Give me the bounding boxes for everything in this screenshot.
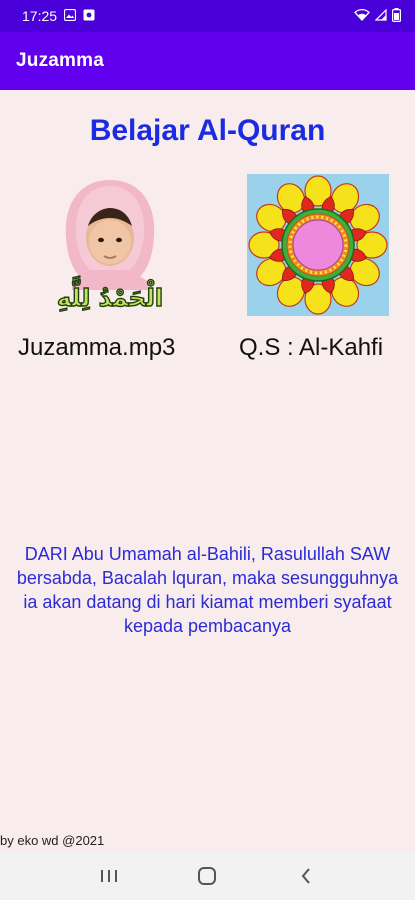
page-heading: Belajar Al-Quran xyxy=(89,114,326,147)
back-icon xyxy=(301,868,310,884)
recent-apps-button[interactable] xyxy=(89,860,129,892)
main-content: Belajar Al-Quran الْحَمْدُ لِلَّهِ Juzam… xyxy=(0,90,415,852)
gallery-notification-icon xyxy=(63,8,77,24)
home-button[interactable] xyxy=(187,860,227,892)
home-icon xyxy=(198,867,217,885)
hadith-quote: DARI Abu Umamah al-Bahili, Rasulullah SA… xyxy=(16,544,399,636)
juzamma-mp3-label[interactable]: Juzamma.mp3 xyxy=(18,334,175,362)
media-notification-icon xyxy=(83,8,95,24)
juzamma-audio-image-button[interactable]: الْحَمْدُ لِلَّهِ xyxy=(52,178,168,320)
al-kahfi-image-button[interactable] xyxy=(247,174,389,316)
wifi-icon xyxy=(354,8,370,24)
status-time: 17:25 xyxy=(22,8,58,24)
battery-icon xyxy=(392,7,402,25)
back-button[interactable] xyxy=(286,860,326,892)
recent-apps-icon xyxy=(101,870,118,882)
credit-text: by eko wd @2021 xyxy=(0,833,105,848)
status-bar: 17:25 xyxy=(0,0,415,32)
app-bar: Juzamma xyxy=(0,32,415,90)
al-kahfi-label[interactable]: Q.S : Al-Kahfi xyxy=(239,334,383,362)
app-title: Juzamma xyxy=(16,50,104,71)
system-navigation-bar xyxy=(0,852,415,900)
signal-icon xyxy=(374,8,387,24)
